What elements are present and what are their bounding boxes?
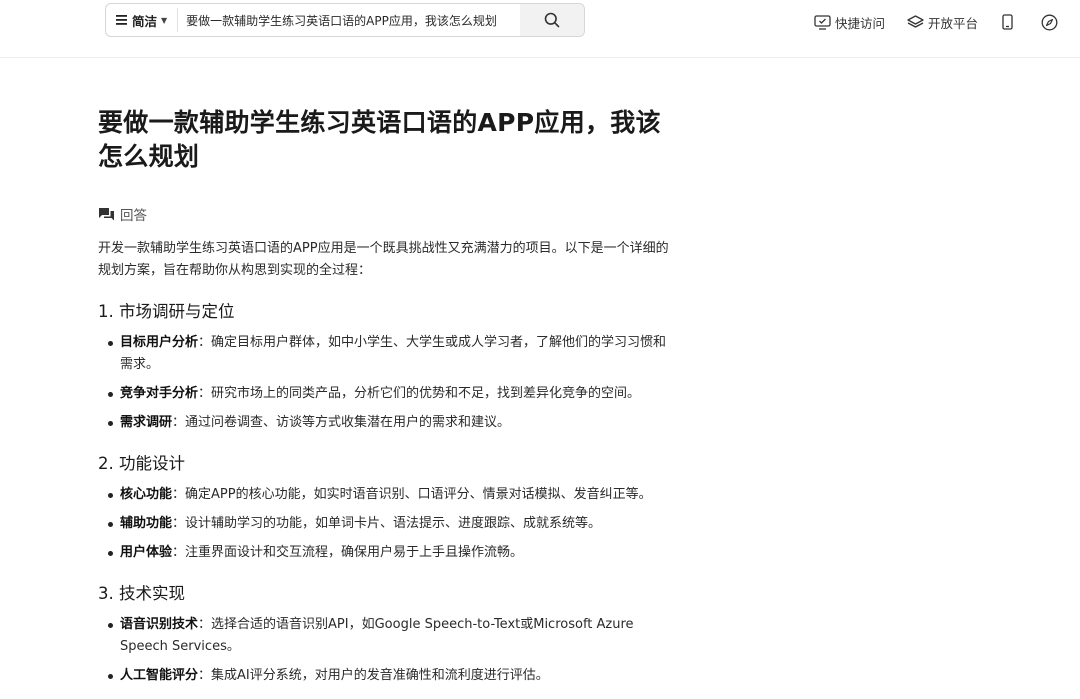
- item-description: 确定APP的核心功能，如实时语音识别、口语评分、情景对话模拟、发音纠正等。: [185, 487, 652, 502]
- quick-access-label: 快捷访问: [835, 15, 886, 31]
- item-term: 核心功能: [120, 487, 173, 502]
- top-bar: 简洁 ▼ 要做一款辅助学生练习英语口语的APP应用，我该怎么规划 快捷访问 开放…: [0, 0, 1080, 58]
- search-input[interactable]: 要做一款辅助学生练习英语口语的APP应用，我该怎么规划: [178, 12, 520, 29]
- search-box: 简洁 ▼ 要做一款辅助学生练习英语口语的APP应用，我该怎么规划: [105, 3, 585, 37]
- item-term: 人工智能评分: [120, 668, 199, 683]
- section-heading: 2. 功能设计: [98, 454, 185, 473]
- item-term: 目标用户分析: [120, 335, 199, 350]
- item-separator: ：: [172, 487, 186, 502]
- item-term: 语音识别技术: [120, 617, 199, 632]
- search-mode-dropdown[interactable]: 简洁 ▼: [106, 8, 179, 32]
- list-item: 人工智能评分：集成AI评分系统，对用户的发音准确性和流利度进行评估。: [108, 665, 678, 687]
- open-platform-label: 开放平台: [928, 15, 979, 31]
- list-item: 目标用户分析：确定目标用户群体，如中小学生、大学生或成人学习者，了解他们的学习习…: [108, 332, 678, 376]
- quick-access-link[interactable]: 快捷访问: [814, 12, 885, 32]
- item-description: 集成AI评分系统，对用户的发音准确性和流利度进行评估。: [211, 668, 549, 683]
- list-item: 竞争对手分析：研究市场上的同类产品，分析它们的优势和不足，找到差异化竞争的空间。: [108, 383, 678, 405]
- item-description: 研究市场上的同类产品，分析它们的优势和不足，找到差异化竞争的空间。: [211, 386, 641, 401]
- compass-icon: [1041, 14, 1058, 30]
- layers-icon: [907, 14, 924, 28]
- chat-bubbles-icon: [99, 207, 114, 220]
- item-term: 竞争对手分析: [120, 386, 199, 401]
- item-separator: ：: [172, 545, 186, 560]
- item-description: 注重界面设计和交互流程，确保用户易于上手且操作流畅。: [185, 545, 524, 560]
- section-list: 核心功能：确定APP的核心功能，如实时语音识别、口语评分、情景对话模拟、发音纠正…: [98, 484, 678, 564]
- answer-content: 要做一款辅助学生练习英语口语的APP应用，我该怎么规划 回答 开发一款辅助学生练…: [98, 106, 678, 694]
- answer-header: 回答: [98, 204, 678, 224]
- section-list: 目标用户分析：确定目标用户群体，如中小学生、大学生或成人学习者，了解他们的学习习…: [98, 332, 678, 434]
- mobile-app-button[interactable]: [1001, 12, 1018, 32]
- item-separator: ：: [198, 668, 212, 683]
- menu-icon: [116, 15, 127, 25]
- item-term: 用户体验: [120, 545, 173, 560]
- monitor-icon: [814, 14, 831, 30]
- item-separator: ：: [198, 617, 212, 632]
- item-term: 辅助功能: [120, 516, 173, 531]
- search-mode-label: 简洁: [132, 13, 158, 29]
- answer-intro: 开发一款辅助学生练习英语口语的APP应用是一个既具挑战性又充满潜力的项目。以下是…: [98, 241, 669, 278]
- open-platform-link[interactable]: 开放平台: [907, 12, 978, 32]
- answer-label: 回答: [120, 208, 147, 224]
- search-icon: [544, 12, 560, 28]
- item-separator: ：: [172, 516, 186, 531]
- chevron-down-icon: ▼: [161, 15, 168, 25]
- item-term: 需求调研: [120, 415, 173, 430]
- list-item: 核心功能：确定APP的核心功能，如实时语音识别、口语评分、情景对话模拟、发音纠正…: [108, 484, 678, 506]
- list-item: 语音识别技术：选择合适的语音识别API，如Google Speech-to-Te…: [108, 614, 678, 658]
- search-button[interactable]: [520, 4, 584, 36]
- page-title: 要做一款辅助学生练习英语口语的APP应用，我该怎么规划: [98, 108, 661, 171]
- list-item: 需求调研：通过问卷调查、访谈等方式收集潜在用户的需求和建议。: [108, 412, 678, 434]
- item-separator: ：: [198, 335, 212, 350]
- section-heading: 3. 技术实现: [98, 584, 185, 603]
- section-heading: 1. 市场调研与定位: [98, 302, 235, 321]
- item-description: 设计辅助学习的功能，如单词卡片、语法提示、进度跟踪、成就系统等。: [185, 516, 602, 531]
- phone-icon: [1002, 14, 1013, 30]
- compass-button[interactable]: [1041, 12, 1062, 32]
- list-item: 用户体验：注重界面设计和交互流程，确保用户易于上手且操作流畅。: [108, 542, 678, 564]
- item-separator: ：: [198, 386, 212, 401]
- list-item: 辅助功能：设计辅助学习的功能，如单词卡片、语法提示、进度跟踪、成就系统等。: [108, 513, 678, 535]
- item-separator: ：: [172, 415, 186, 430]
- item-description: 通过问卷调查、访谈等方式收集潜在用户的需求和建议。: [185, 415, 511, 430]
- section-list: 语音识别技术：选择合适的语音识别API，如Google Speech-to-Te…: [98, 614, 678, 687]
